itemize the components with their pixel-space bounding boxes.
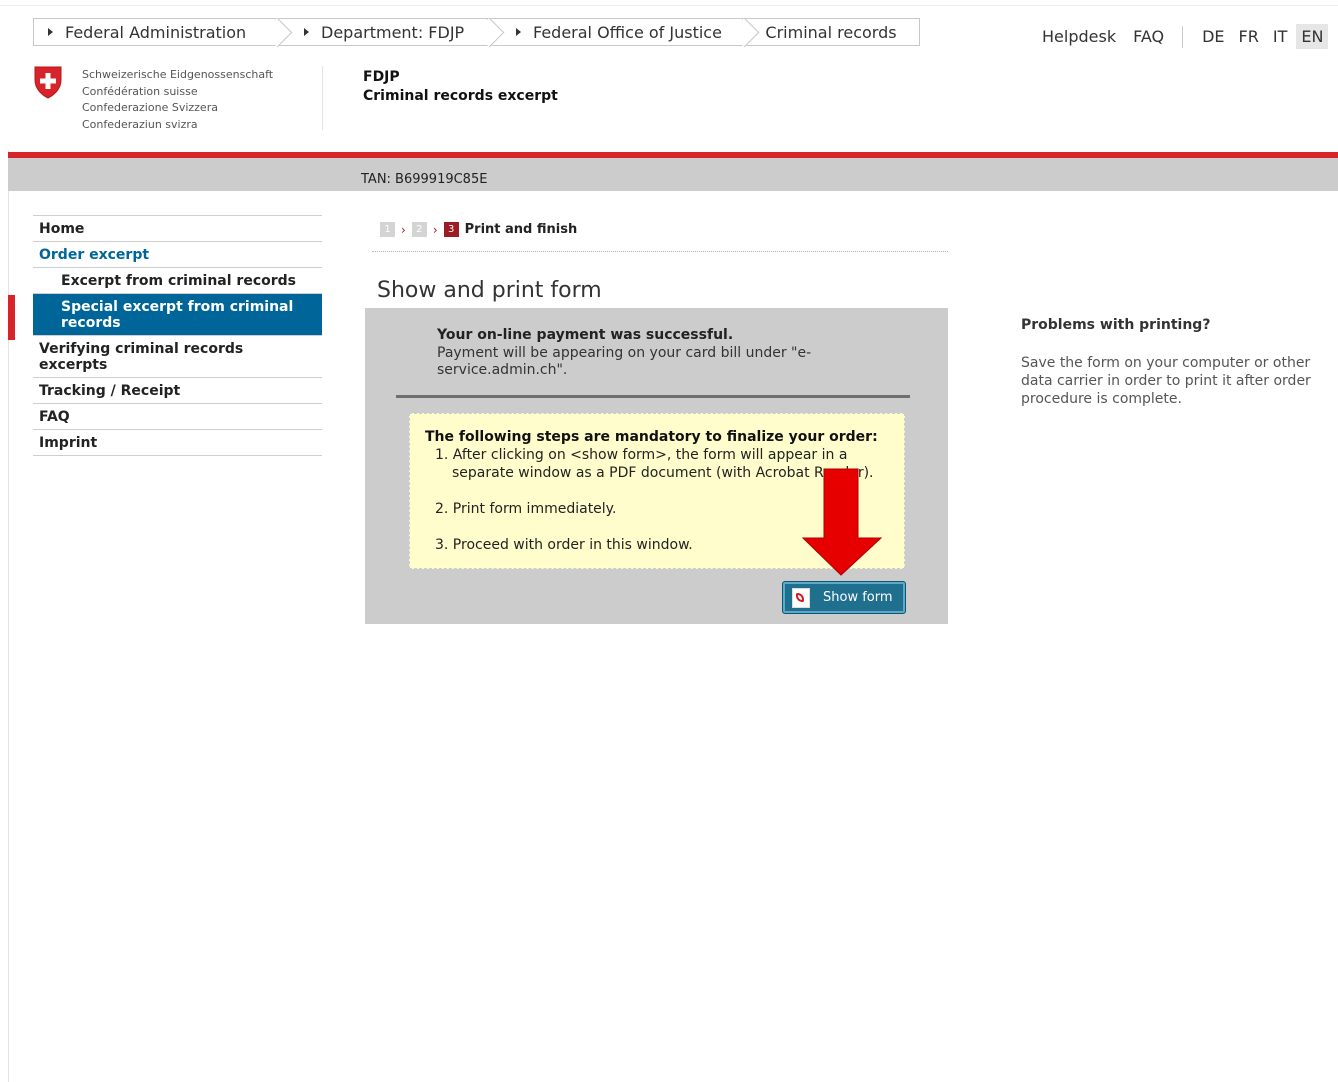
header-divider — [322, 66, 323, 130]
nav-imprint[interactable]: Imprint — [33, 429, 322, 456]
step-1-line-1: 1. After clicking on <show form>, the fo… — [435, 447, 848, 463]
confederation-names: Schweizerische Eidgenossenschaft Confédé… — [82, 67, 273, 133]
crumb-department[interactable]: Department: FDJP — [275, 17, 505, 48]
crumb-criminal-records[interactable]: Criminal records — [742, 18, 920, 46]
crumb-label: Federal Office of Justice — [533, 22, 722, 42]
step-3-box: 3 — [443, 222, 459, 237]
helpdesk-link[interactable]: Helpdesk — [1042, 27, 1116, 46]
printing-help-title: Problems with printing? — [1021, 317, 1211, 333]
step-2-box: 2 — [411, 222, 427, 237]
department-title: FDJP Criminal records excerpt — [363, 68, 558, 106]
current-step-label: Print and finish — [464, 222, 578, 237]
nav-verifying[interactable]: Verifying criminal records excerpts — [33, 335, 322, 377]
swiss-coat-of-arms-icon[interactable] — [34, 66, 62, 99]
confed-fr: Confédération suisse — [82, 84, 198, 98]
triangle-right-icon — [516, 28, 521, 36]
crumb-label: Federal Administration — [65, 22, 247, 42]
left-navigation: Home Order excerpt Excerpt from criminal… — [33, 215, 322, 456]
top-border — [0, 5, 1338, 6]
service-name: Criminal records excerpt — [363, 88, 558, 104]
crumb-label: Criminal records — [765, 22, 897, 42]
show-form-label: Show form — [823, 590, 893, 605]
nav-order-excerpt[interactable]: Order excerpt — [33, 241, 322, 267]
step-1-box: 1 — [380, 222, 395, 237]
pdf-icon — [792, 587, 810, 608]
nav-excerpt-criminal-records[interactable]: Excerpt from criminal records — [33, 267, 322, 293]
nav-home[interactable]: Home — [33, 215, 322, 241]
lang-it[interactable]: IT — [1268, 24, 1293, 49]
print-panel: Your on-line payment was successful. Pay… — [365, 308, 948, 624]
confed-rm: Confederaziun svizra — [82, 117, 198, 131]
nav-tracking-receipt[interactable]: Tracking / Receipt — [33, 377, 322, 403]
triangle-right-icon — [48, 28, 53, 36]
payment-success-title: Your on-line payment was successful. — [437, 327, 734, 343]
nav-special-excerpt[interactable]: Special excerpt from criminal records — [33, 293, 322, 335]
nav-faq[interactable]: FAQ — [33, 403, 322, 429]
gray-info-bar — [8, 158, 1338, 191]
confed-it: Confederazione Svizzera — [82, 101, 218, 114]
service-nav: Helpdesk FAQ DE FR IT EN — [1042, 24, 1332, 49]
show-form-button[interactable]: Show form — [782, 581, 906, 614]
crumb-federal-administration[interactable]: Federal Administration — [33, 17, 293, 48]
confed-de: Schweizerische Eidgenossenschaft — [82, 68, 274, 81]
red-arrow-down-icon — [802, 468, 882, 576]
page-title: Show and print form — [377, 277, 602, 303]
progress-steps: 1 › 2 › 3 Print and finish — [380, 222, 577, 237]
printing-help-text: Save the form on your computer or other … — [1021, 355, 1311, 407]
triangle-right-icon — [304, 28, 309, 36]
department-name: FDJP — [363, 69, 400, 85]
payment-info-text: Payment will be appearing on your card b… — [437, 345, 812, 378]
lang-fr[interactable]: FR — [1234, 24, 1264, 49]
mandatory-steps-title: The following steps are mandatory to fin… — [425, 429, 878, 445]
lang-de[interactable]: DE — [1197, 24, 1229, 49]
page-left-border — [8, 150, 9, 1082]
chevron-right-icon: › — [432, 222, 438, 237]
nav-divider — [1182, 25, 1184, 48]
chevron-right-icon: › — [401, 222, 406, 237]
active-nav-marker — [8, 295, 15, 340]
panel-divider — [396, 395, 910, 398]
lang-en[interactable]: EN — [1296, 24, 1329, 49]
crumb-label: Department: FDJP — [321, 22, 465, 42]
crumb-federal-office-justice[interactable]: Federal Office of Justice — [487, 17, 760, 48]
top-breadcrumb: Federal Administration Department: FDJP … — [33, 17, 920, 48]
dotted-divider — [372, 251, 948, 252]
faq-link[interactable]: FAQ — [1133, 27, 1164, 46]
tan-code: TAN: B699919C85E — [361, 172, 488, 187]
